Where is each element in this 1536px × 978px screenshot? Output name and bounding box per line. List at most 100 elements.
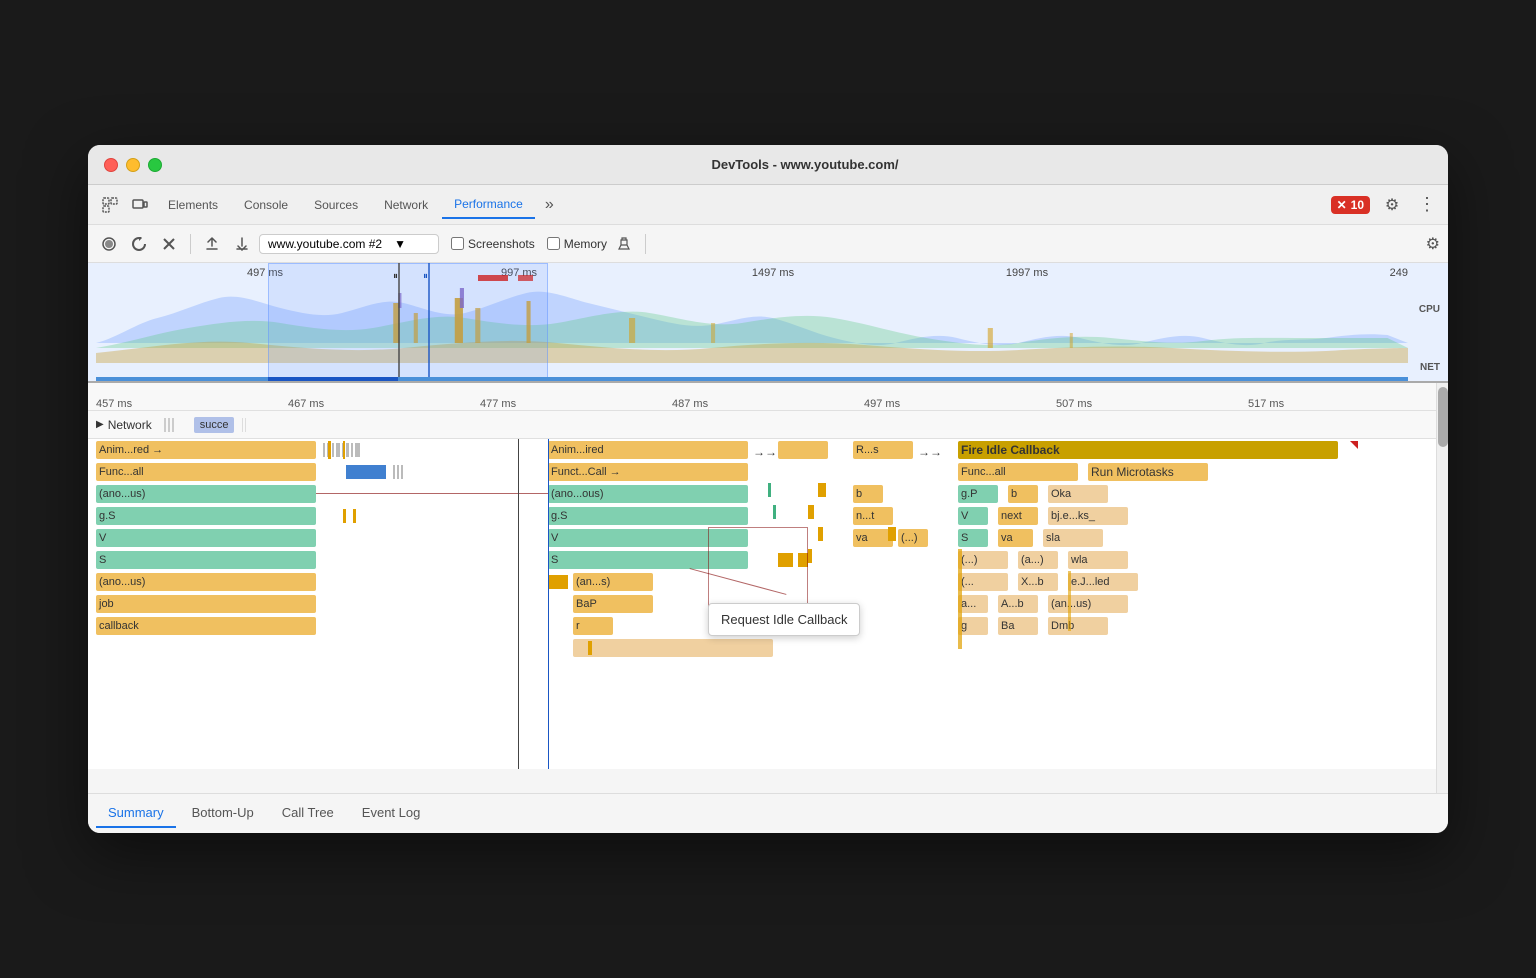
clear-button[interactable] [156,231,182,257]
tab-event-log[interactable]: Event Log [350,799,433,828]
performance-settings-button[interactable]: ⚙ [1426,234,1440,254]
record-button[interactable] [96,231,122,257]
reload-record-button[interactable] [126,231,152,257]
marker-1497: 1497 ms [646,267,900,279]
error-count: 10 [1351,198,1364,212]
toolbar-separator-2 [645,234,646,254]
anus-block[interactable]: (an...us) [1048,595,1128,613]
tab-performance[interactable]: Performance [442,191,535,219]
time-ruler: 457 ms 467 ms 477 ms 487 ms 497 ms 507 m… [88,383,1448,411]
ano-us-left[interactable]: (ano...us) [96,485,316,503]
network-expand-icon[interactable]: ▶ [96,419,104,430]
settings-button[interactable]: ⚙ [1378,191,1406,219]
main-cursor-blue [548,439,549,769]
sla-block[interactable]: sla [1043,529,1103,547]
job-left[interactable]: job [96,595,316,613]
ejled-block[interactable]: e.J...led [1068,573,1138,591]
tab-bottom-up[interactable]: Bottom-Up [180,799,266,828]
download-button[interactable] [229,231,255,257]
r-mid[interactable]: r [573,617,613,635]
v-block-right[interactable]: V [958,507,988,525]
oka-block[interactable]: Oka [1048,485,1108,503]
gs-left[interactable]: g.S [96,507,316,525]
tab-console[interactable]: Console [232,192,300,218]
paren-l-block[interactable]: (... [958,573,1008,591]
v-left[interactable]: V [96,529,316,547]
arrow-1: →→ [753,445,777,459]
b-block-1[interactable]: b [853,485,883,503]
cursor-icon[interactable] [96,191,124,219]
memory-checkbox[interactable] [547,237,560,250]
g-block-right[interactable]: g [958,617,988,635]
close-button[interactable] [104,158,118,172]
orange-1[interactable] [573,639,773,657]
toolbar-separator-1 [190,234,191,254]
minimize-button[interactable] [126,158,140,172]
dmb-block[interactable]: Dmb [1048,617,1108,635]
tab-call-tree[interactable]: Call Tree [270,799,346,828]
url-selector[interactable]: www.youtube.com #2 ▼ [259,234,439,254]
va-block[interactable]: va [853,529,893,547]
more-tabs-button[interactable]: » [537,192,562,218]
performance-toolbar: www.youtube.com #2 ▼ Screenshots Memory … [88,225,1448,263]
maximize-button[interactable] [148,158,162,172]
vertical-scrollbar[interactable] [1436,383,1448,793]
s-left[interactable]: S [96,551,316,569]
next-block[interactable]: next [998,507,1038,525]
screenshots-toggle[interactable]: Screenshots [451,237,535,251]
right-yellow-bar-2 [1068,571,1071,631]
funct-call-mid[interactable]: Funct...Call → [548,463,748,481]
url-text: www.youtube.com #2 [268,237,382,251]
tab-summary[interactable]: Summary [96,799,176,828]
gs-mid[interactable]: g.S [548,507,748,525]
dropdown-arrow-icon: ▼ [394,237,406,251]
devtools-window: DevTools - www.youtube.com/ Elements Con… [88,145,1448,833]
run-microtasks[interactable]: Run Microtasks [1088,463,1208,481]
scrollbar-thumb[interactable] [1438,387,1448,447]
error-badge[interactable]: ✕ 10 [1331,196,1370,214]
selected-region-bar [268,377,398,381]
yellow-block-right[interactable] [778,441,828,459]
memory-label: Memory [564,237,607,251]
va-block-right[interactable]: va [998,529,1033,547]
memory-toggle[interactable]: Memory [547,237,607,251]
screenshots-checkbox[interactable] [451,237,464,250]
upload-button[interactable] [199,231,225,257]
anim-ired-mid[interactable]: Anim...ired [548,441,748,459]
ano-us-left-2[interactable]: (ano...us) [96,573,316,591]
more-options-button[interactable]: ⋮ [1414,190,1440,219]
timeline-overview[interactable]: 497 ms 997 ms 1497 ms 1997 ms 249 [88,263,1448,383]
wla-block[interactable]: wla [1068,551,1128,569]
fire-idle-callback[interactable]: Fire Idle Callback [958,441,1338,459]
tooltip-text: Request Idle Callback [721,612,847,627]
nt-block[interactable]: n...t [853,507,893,525]
func-all-left[interactable]: Func...all [96,463,316,481]
device-icon[interactable] [126,191,154,219]
ba-block[interactable]: Ba [998,617,1038,635]
cursor-line-2 [428,263,430,381]
flame-row-9 [88,637,1448,659]
flame-rows[interactable]: Anim...red → [88,439,1448,769]
tab-sources[interactable]: Sources [302,192,370,218]
gp-block[interactable]: g.P [958,485,998,503]
ans-mid[interactable]: (an...s) [573,573,653,591]
xb-block[interactable]: X...b [1018,573,1058,591]
b-block-right[interactable]: b [1008,485,1038,503]
dots-block-right[interactable]: (...) [958,551,1008,569]
a-block-right2[interactable]: a... [958,595,988,613]
ano-ous-mid[interactable]: (ano...ous) [548,485,748,503]
a-block-right[interactable]: (a...) [1018,551,1058,569]
dots-block[interactable]: (...) [898,529,928,547]
bj-block[interactable]: bj.e...ks_ [1048,507,1128,525]
ab-block[interactable]: A...b [998,595,1038,613]
tab-elements[interactable]: Elements [156,192,230,218]
anim-red-left[interactable]: Anim...red → [96,441,316,459]
s-block-right[interactable]: S [958,529,988,547]
bap-mid[interactable]: BaP [573,595,653,613]
callback-left[interactable]: callback [96,617,316,635]
pause-icon-1: ⏸ [393,271,398,282]
rs-block[interactable]: R...s [853,441,913,459]
func-all-right[interactable]: Func...all [958,463,1078,481]
tab-network[interactable]: Network [372,192,440,218]
clear-recording-button[interactable] [611,231,637,257]
